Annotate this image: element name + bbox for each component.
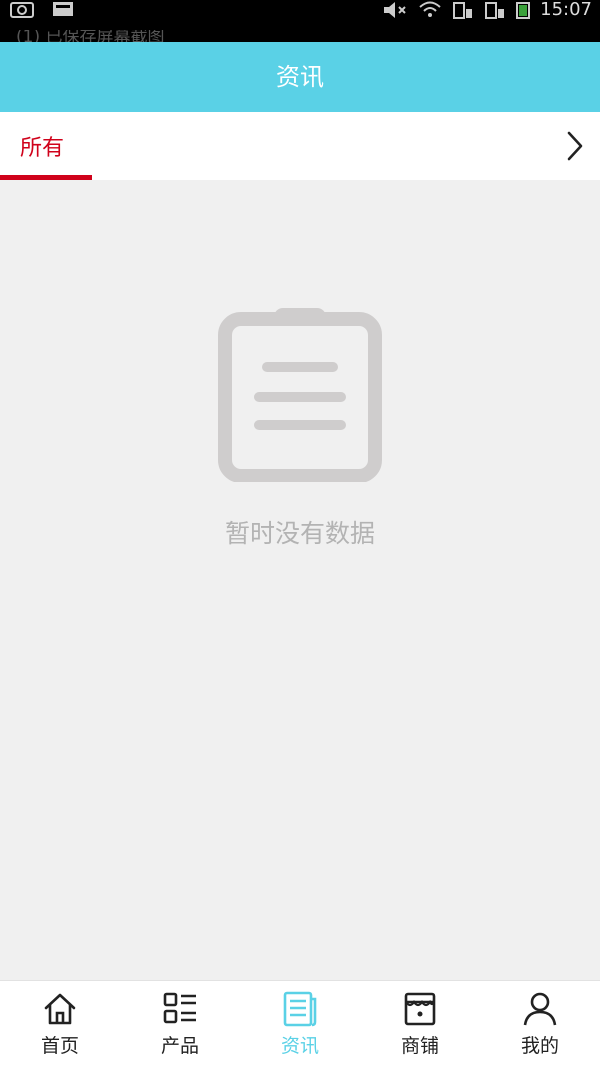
news-icon [283, 991, 317, 1027]
nav-label-news: 资讯 [280, 1035, 319, 1057]
sim2-signal-icon [485, 2, 505, 19]
home-icon [44, 993, 76, 1025]
user-icon [523, 992, 557, 1026]
nav-item-products[interactable]: 产品 [120, 981, 240, 1067]
app-header: 资讯 [0, 42, 600, 112]
screenshot-icon [10, 2, 34, 18]
notification-icon [53, 2, 73, 16]
notification-text: (1) 已保存屏幕截图 [16, 30, 165, 42]
store-icon [404, 992, 436, 1026]
empty-state-message: 暂时没有数据 [224, 519, 375, 548]
nav-label-stores: 商铺 [400, 1035, 439, 1057]
status-left-icons [10, 0, 74, 20]
nav-item-stores[interactable]: 商铺 [360, 981, 480, 1067]
chevron-right-icon [567, 131, 583, 161]
status-bar: (1) 已保存屏幕截图 15:07 [0, 0, 600, 42]
status-time: 15:07 [540, 0, 592, 20]
empty-state: 暂时没有数据 [0, 180, 600, 980]
list-grid-icon [163, 992, 196, 1024]
battery-icon [516, 2, 531, 19]
tab-all[interactable]: 所有 [0, 112, 92, 180]
nav-item-home[interactable]: 首页 [0, 981, 120, 1067]
bottom-nav: 首页 产品 资讯 商铺 我的 [0, 980, 600, 1067]
nav-item-mine[interactable]: 我的 [480, 981, 600, 1067]
tab-all-label: 所有 [20, 136, 65, 161]
mute-icon [384, 2, 406, 18]
nav-label-mine: 我的 [520, 1035, 559, 1057]
wifi-icon [419, 1, 441, 17]
clipboard-icon [218, 308, 382, 482]
category-tab-bar: 所有 [0, 112, 600, 180]
nav-label-home: 首页 [40, 1035, 79, 1057]
sim1-signal-icon [453, 2, 473, 19]
tab-more-button[interactable] [558, 128, 592, 164]
status-right-icons: 15:07 [382, 0, 592, 20]
nav-label-products: 产品 [160, 1035, 199, 1057]
page-title: 资讯 [276, 63, 324, 91]
nav-item-news[interactable]: 资讯 [240, 981, 360, 1067]
